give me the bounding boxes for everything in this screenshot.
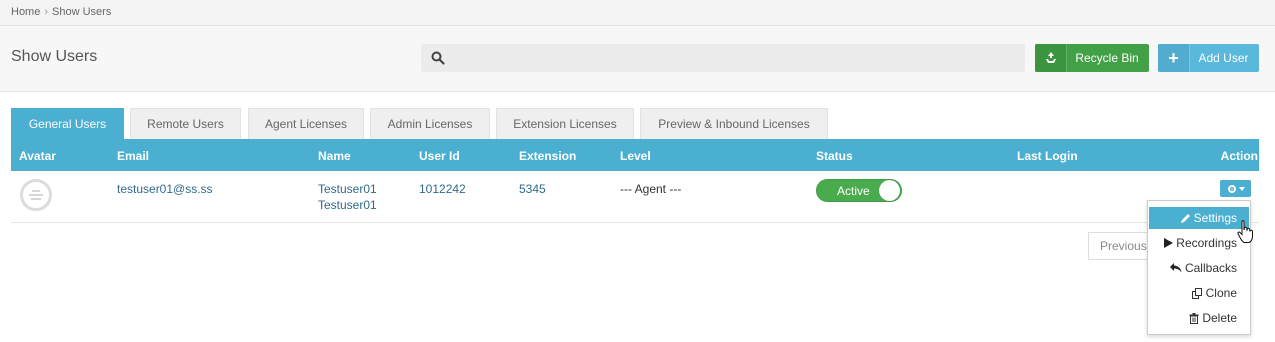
page-title: Show Users <box>11 48 98 65</box>
name-cell: Testuser01 Testuser01 <box>318 181 377 213</box>
breadcrumb: Home › Show Users <box>11 6 111 18</box>
add-user-button[interactable]: + Add User <box>1158 44 1259 72</box>
col-name[interactable]: Name <box>318 149 351 163</box>
menu-item-label: Settings <box>1193 211 1237 225</box>
plus-icon: + <box>1158 44 1190 72</box>
search-input[interactable] <box>451 44 1021 72</box>
reply-icon <box>1169 263 1182 273</box>
page-header: Show Users Recycle Bin + Add User <box>0 26 1275 92</box>
col-last-login[interactable]: Last Login <box>1017 149 1078 163</box>
tab-general-users[interactable]: General Users <box>11 108 124 139</box>
recycle-icon <box>1035 44 1067 72</box>
recycle-bin-button[interactable]: Recycle Bin <box>1035 44 1149 72</box>
avatar <box>20 179 52 211</box>
status-toggle[interactable]: Active <box>816 179 902 202</box>
menu-item-label: Recordings <box>1176 236 1237 250</box>
add-user-label: Add User <box>1198 51 1249 65</box>
menu-item-label: Clone <box>1205 286 1237 300</box>
user-id-cell: 1012242 <box>419 182 466 196</box>
trash-icon <box>1189 312 1199 324</box>
recycle-bin-label: Recycle Bin <box>1075 51 1139 65</box>
tab-remote-users[interactable]: Remote Users <box>130 108 241 139</box>
pencil-icon <box>1180 213 1190 223</box>
extension-cell: 5345 <box>519 182 546 196</box>
play-icon <box>1164 238 1174 248</box>
toggle-knob <box>879 180 900 201</box>
menu-item-recordings[interactable]: Recordings <box>1149 232 1249 254</box>
gear-icon <box>1227 184 1236 193</box>
search-icon <box>431 51 445 65</box>
last-name: Testuser01 <box>318 198 377 212</box>
caret-down-icon <box>1238 186 1245 191</box>
status-label: Active <box>837 184 870 198</box>
col-email[interactable]: Email <box>117 149 149 163</box>
action-dropdown-menu: Settings Recordings Callbacks Clone Dele… <box>1147 200 1251 335</box>
menu-item-callbacks[interactable]: Callbacks <box>1149 257 1249 279</box>
col-action: Action <box>1220 149 1258 163</box>
breadcrumb-separator: › <box>44 6 49 18</box>
col-level[interactable]: Level <box>620 149 651 163</box>
email-cell: testuser01@ss.ss <box>117 182 213 196</box>
tab-preview-inbound-licenses[interactable]: Preview & Inbound Licenses <box>640 108 828 139</box>
col-avatar: Avatar <box>19 149 56 163</box>
copy-icon <box>1191 287 1202 299</box>
action-menu-button[interactable] <box>1220 180 1251 197</box>
menu-item-clone[interactable]: Clone <box>1149 282 1249 304</box>
menu-item-label: Delete <box>1202 311 1237 325</box>
tab-admin-licenses[interactable]: Admin Licenses <box>370 108 490 139</box>
col-status[interactable]: Status <box>816 149 853 163</box>
breadcrumb-current: Show Users <box>52 6 112 18</box>
table-row: testuser01@ss.ss Testuser01 Testuser01 1… <box>11 171 1259 223</box>
level-cell: --- Agent --- <box>620 182 682 196</box>
menu-item-label: Callbacks <box>1184 261 1237 275</box>
col-extension[interactable]: Extension <box>519 149 576 163</box>
first-name: Testuser01 <box>318 182 377 196</box>
search-bar[interactable] <box>421 44 1025 72</box>
menu-item-delete[interactable]: Delete <box>1149 307 1249 329</box>
breadcrumb-bar: Home › Show Users <box>0 0 1275 26</box>
hand-cursor-icon <box>1237 220 1253 243</box>
tab-agent-licenses[interactable]: Agent Licenses <box>248 108 364 139</box>
tab-extension-licenses[interactable]: Extension Licenses <box>496 108 634 139</box>
col-user-id[interactable]: User Id <box>419 149 460 163</box>
breadcrumb-home-link[interactable]: Home <box>11 6 40 18</box>
menu-item-settings[interactable]: Settings <box>1149 207 1249 229</box>
table-header: Avatar Email Name User Id Extension Leve… <box>11 139 1259 171</box>
